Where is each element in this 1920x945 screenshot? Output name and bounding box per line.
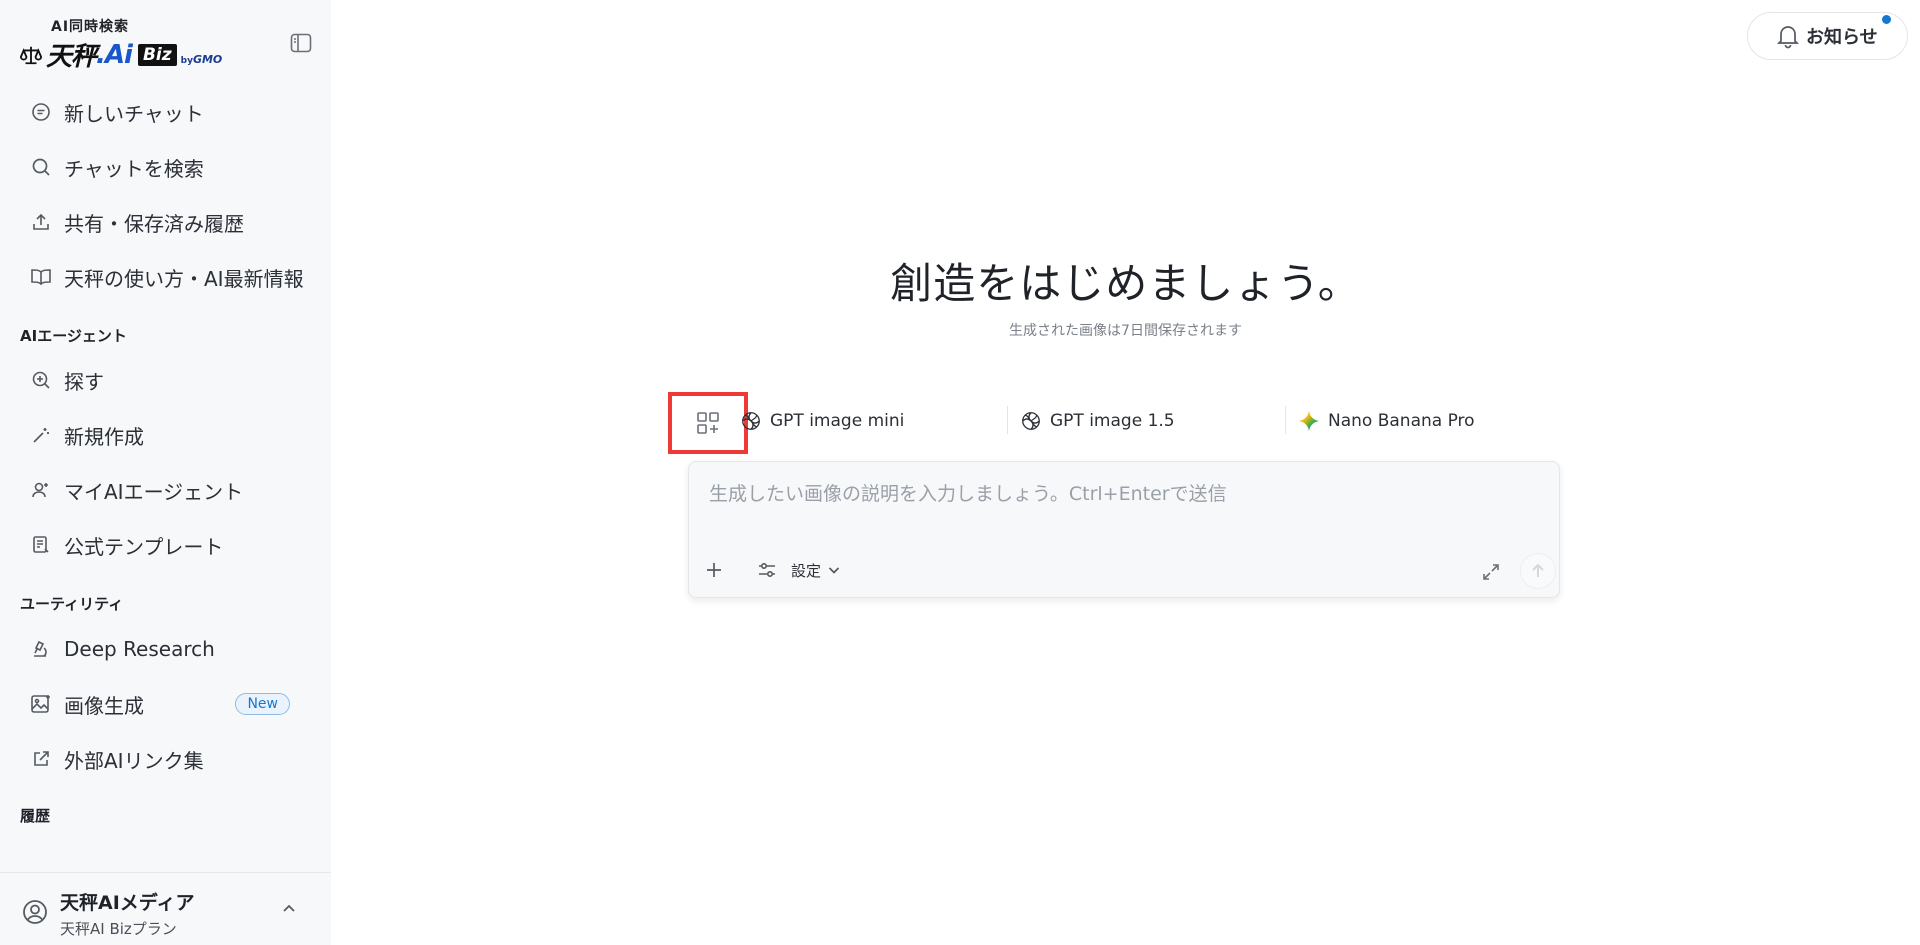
logo-name: 天秤	[46, 42, 97, 72]
sidebar-item-create[interactable]: 新規作成	[18, 413, 314, 457]
section-title-utility: ユーティリティ	[20, 595, 124, 613]
sidebar-item-label: チャットを検索	[64, 156, 204, 181]
model-gpt-image-mini[interactable]: GPT image mini	[740, 406, 904, 436]
sidebar-toggle-icon[interactable]	[290, 33, 312, 53]
sidebar-item-search-chat[interactable]: チャットを検索	[18, 145, 314, 189]
sidebar-item-deep-research[interactable]: Deep Research	[18, 627, 314, 671]
microscope-icon	[30, 638, 52, 660]
scale-icon	[20, 46, 42, 64]
image-sparkle-icon	[30, 693, 52, 715]
logo-subtitle: AI同時検索	[51, 19, 130, 35]
sidebar-item-templates[interactable]: 公式テンプレート	[18, 523, 314, 567]
send-button[interactable]	[1520, 553, 1556, 589]
user-menu[interactable]: 天秤AIメディア 天秤AI Bizプラン	[0, 872, 331, 945]
model-divider	[1007, 406, 1008, 434]
settings-dropdown[interactable]: 設定	[757, 557, 841, 583]
sidebar-item-new-chat[interactable]: 新しいチャット	[18, 90, 314, 134]
model-divider	[1285, 406, 1286, 434]
model-nano-banana-pro[interactable]: Nano Banana Pro	[1298, 406, 1475, 436]
expand-icon[interactable]	[1482, 563, 1500, 581]
app-logo[interactable]: AI同時検索 天秤 .Ai Biz byGMO	[20, 16, 280, 72]
user-avatar-icon	[23, 900, 47, 924]
new-badge: New	[235, 693, 290, 715]
model-label: GPT image mini	[770, 411, 905, 431]
zoom-plus-icon	[30, 369, 52, 391]
page-title: 創造をはじめましょう。	[890, 259, 1361, 308]
sidebar-item-label: 探す	[64, 369, 104, 394]
user-plan: 天秤AI Bizプラン	[60, 920, 177, 938]
openai-icon	[1022, 412, 1040, 430]
add-model-button[interactable]	[668, 392, 748, 454]
chevron-down-icon	[828, 567, 840, 574]
sidebar-item-image-generation[interactable]: 画像生成 New	[18, 682, 314, 726]
model-gpt-image-15[interactable]: GPT image 1.5	[1020, 406, 1175, 436]
model-label: GPT image 1.5	[1050, 411, 1175, 431]
section-title-history: 履歴	[20, 807, 51, 825]
user-sparkle-icon	[30, 479, 52, 501]
sidebar-item-external-links[interactable]: 外部AIリンク集	[18, 737, 314, 781]
grid-add-icon	[697, 412, 719, 434]
chevron-up-icon[interactable]	[281, 901, 297, 917]
sidebar: AI同時検索 天秤 .Ai Biz byGMO 新しいチャット チャットを検索 …	[0, 0, 331, 945]
bell-icon	[1776, 26, 1800, 49]
logo-ai: .Ai	[96, 39, 133, 70]
notification-dot	[1882, 15, 1891, 24]
plus-icon[interactable]	[703, 559, 725, 581]
user-name: 天秤AIメディア	[60, 892, 195, 914]
sidebar-item-label: 新しいチャット	[64, 101, 204, 126]
sidebar-item-label: 画像生成	[64, 693, 144, 718]
prompt-box: 設定	[688, 461, 1560, 598]
sidebar-item-shared-history[interactable]: 共有・保存済み履歴	[18, 200, 314, 244]
search-icon	[30, 156, 52, 178]
sidebar-item-label: 新規作成	[64, 424, 144, 449]
magic-wand-icon	[30, 424, 52, 446]
logo-by: byGMO	[180, 53, 223, 66]
prompt-input[interactable]	[709, 474, 1529, 514]
notifications-label: お知らせ	[1806, 27, 1878, 48]
page-subtitle: 生成された画像は7日間保存されます	[1009, 323, 1242, 339]
template-document-icon	[30, 534, 52, 556]
sidebar-item-label: 共有・保存済み履歴	[64, 211, 244, 236]
sliders-icon	[759, 562, 775, 578]
arrow-up-icon	[1532, 563, 1544, 577]
sidebar-item-my-agents[interactable]: マイAIエージェント	[18, 468, 314, 512]
settings-label: 設定	[791, 561, 822, 580]
sidebar-item-label: マイAIエージェント	[64, 479, 244, 504]
model-label: Nano Banana Pro	[1328, 411, 1475, 431]
gemini-star-icon	[1298, 410, 1320, 432]
sidebar-item-label: Deep Research	[64, 637, 215, 661]
sidebar-item-label: 外部AIリンク集	[64, 748, 204, 773]
sidebar-item-explore[interactable]: 探す	[18, 358, 314, 402]
model-selector: GPT image mini GPT image 1.5 Nano Banana…	[668, 392, 1560, 454]
chat-bubble-icon	[30, 101, 52, 123]
sidebar-item-label: 公式テンプレート	[64, 534, 224, 559]
external-link-icon	[30, 748, 52, 770]
logo-biz: Biz	[137, 43, 177, 66]
openai-icon	[742, 412, 760, 430]
share-upload-icon	[30, 211, 52, 233]
